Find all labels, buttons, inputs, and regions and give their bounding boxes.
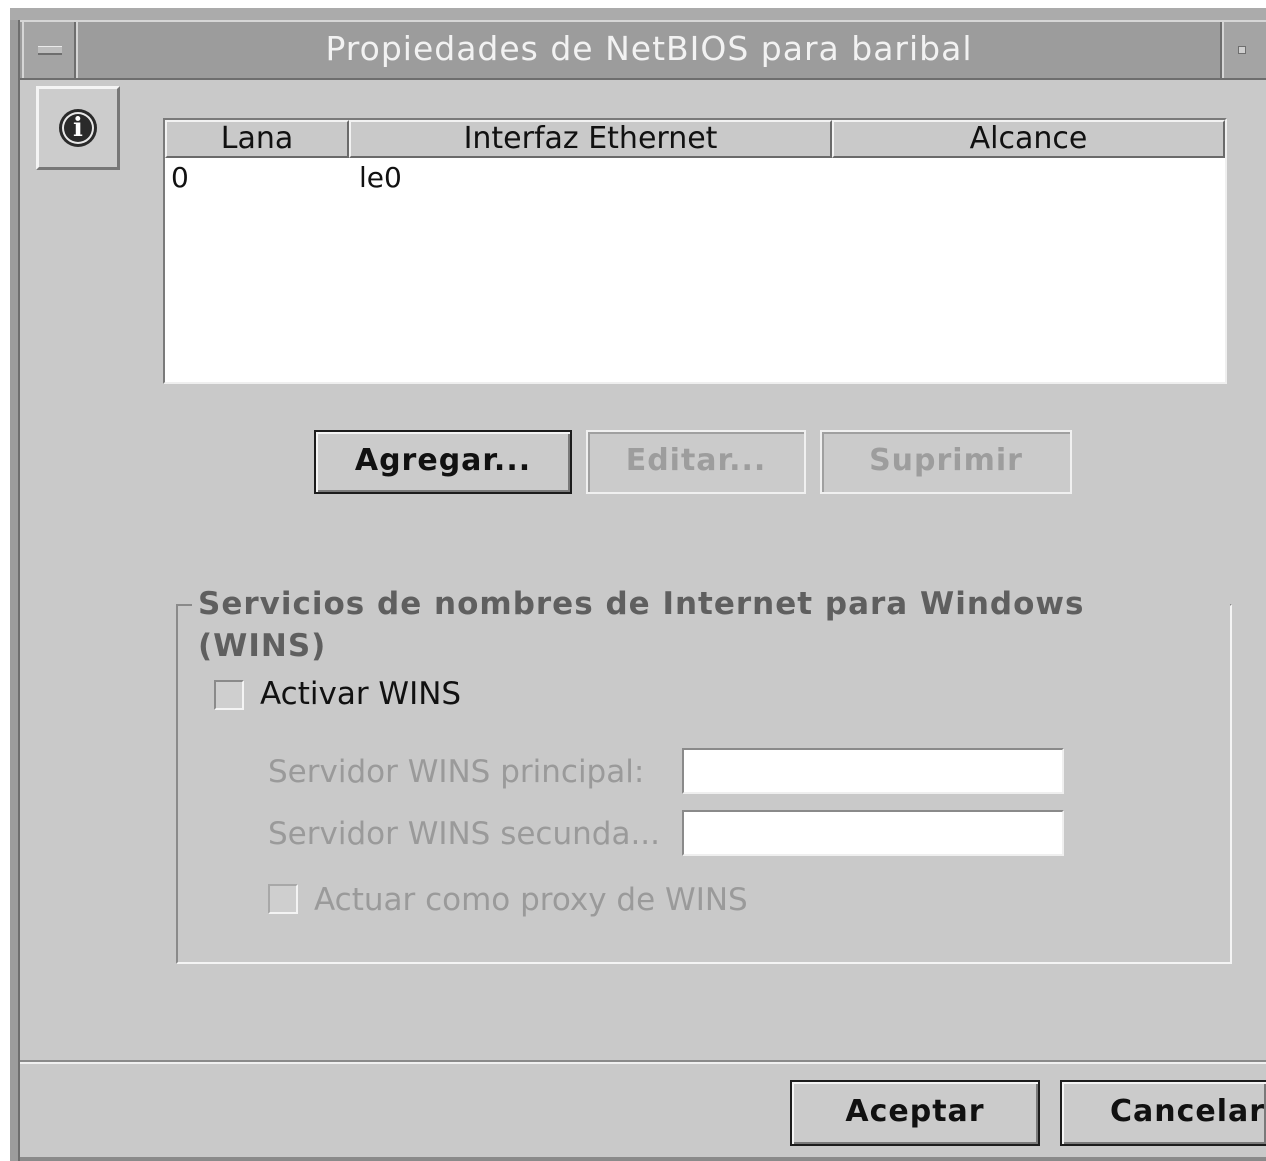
cell-lana: 0 (171, 161, 189, 194)
cancel-button[interactable]: Cancelar (1060, 1080, 1266, 1146)
primary-wins-server-label: Servidor WINS principal: (268, 754, 645, 790)
cell-ethernet-interface: le0 (359, 161, 402, 194)
column-header-scope[interactable]: Alcance (832, 120, 1225, 158)
primary-wins-server-input[interactable] (682, 748, 1064, 794)
wins-group-title: Servicios de nombres de Internet para Wi… (192, 583, 1230, 667)
info-button[interactable]: i (36, 86, 120, 170)
secondary-wins-server-label: Servidor WINS secunda... (268, 816, 661, 852)
edit-button[interactable]: Editar... (586, 430, 806, 494)
table-body: 0 le0 (165, 158, 1225, 382)
table-row[interactable]: 0 le0 (165, 158, 1225, 198)
info-icon: i (59, 109, 97, 147)
window-menu-icon (38, 46, 62, 55)
netbios-properties-window: Propiedades de NetBIOS para baribal i La… (10, 8, 1266, 1161)
window-title: Propiedades de NetBIOS para baribal (76, 22, 1222, 78)
cell-scope (832, 158, 1225, 198)
table-header: Lana Interfaz Ethernet Alcance (165, 120, 1225, 158)
window-menu-button[interactable] (22, 22, 76, 78)
column-header-ethernet-interface[interactable]: Interfaz Ethernet (349, 120, 832, 158)
wins-proxy-label[interactable]: Actuar como proxy de WINS (314, 880, 748, 920)
enable-wins-label[interactable]: Activar WINS (260, 674, 461, 714)
add-button[interactable]: Agregar... (314, 430, 572, 494)
window-frame-bottom[interactable] (20, 1157, 1266, 1161)
secondary-wins-server-input[interactable] (682, 810, 1064, 856)
netbios-interfaces-table[interactable]: Lana Interfaz Ethernet Alcance 0 le0 (163, 118, 1227, 384)
footer-separator (20, 1060, 1266, 1064)
dialog-content: i Lana Interfaz Ethernet Alcance 0 le0 A… (20, 80, 1266, 1161)
minimize-button[interactable] (1222, 22, 1266, 78)
window-frame-left[interactable] (10, 20, 20, 1161)
column-header-lana[interactable]: Lana (165, 120, 349, 158)
ok-button[interactable]: Aceptar (790, 1080, 1040, 1146)
minimize-icon (1238, 46, 1246, 54)
delete-button[interactable]: Suprimir (820, 430, 1072, 494)
title-bar[interactable]: Propiedades de NetBIOS para baribal (10, 20, 1266, 80)
wins-group: Servicios de nombres de Internet para Wi… (176, 583, 1232, 964)
wins-proxy-checkbox[interactable] (268, 884, 298, 914)
enable-wins-checkbox[interactable] (214, 680, 244, 710)
